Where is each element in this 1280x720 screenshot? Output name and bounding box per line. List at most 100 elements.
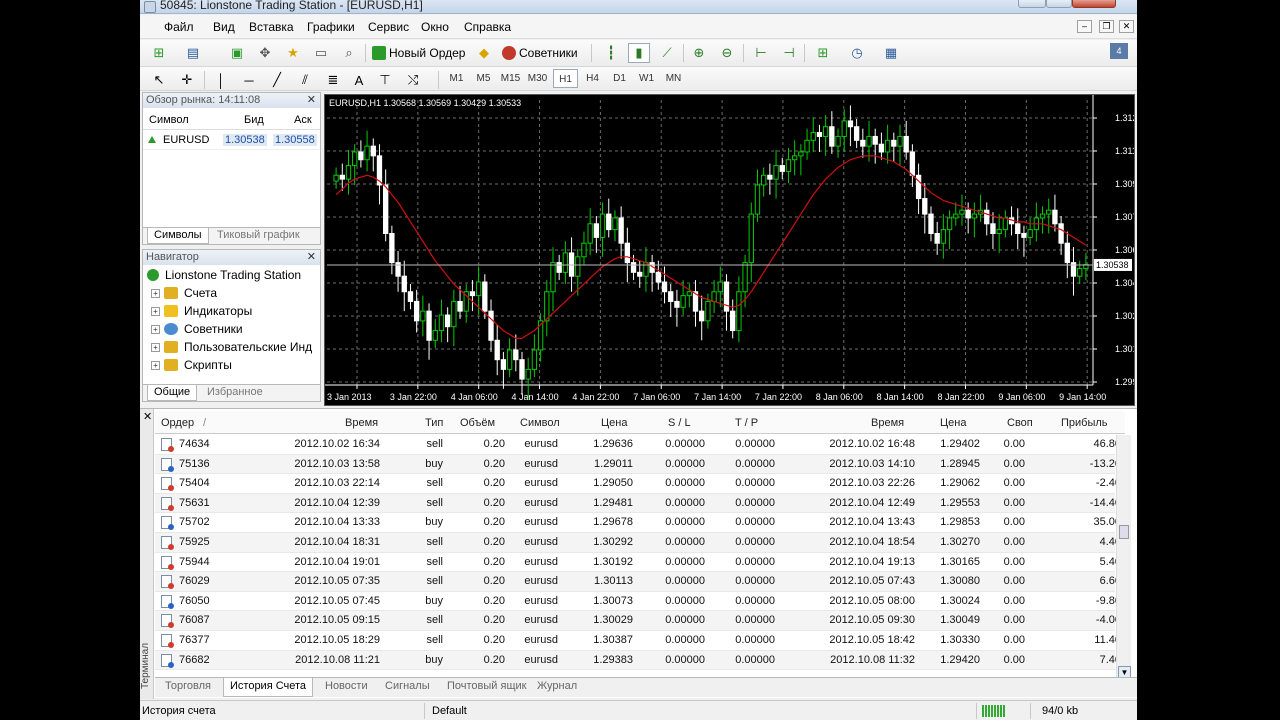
- crosshair-icon[interactable]: ✛: [176, 70, 198, 90]
- column-close-time[interactable]: Время: [871, 417, 904, 429]
- line-chart-icon[interactable]: ⟋: [656, 43, 678, 63]
- table-row[interactable]: 76682 2012.10.08 11:21 buy 0.20 eurusd 1.2938…: [155, 650, 1121, 671]
- zoom-in-icon[interactable]: ⊕: [688, 43, 710, 63]
- candlestick-icon[interactable]: ▮: [628, 43, 650, 63]
- expand-icon[interactable]: +: [151, 306, 160, 316]
- table-row[interactable]: 75404 2012.10.03 22:14 sell 0.20 eurusd 1.290…: [155, 474, 1121, 494]
- table-row[interactable]: 75702 2012.10.04 13:33 buy 0.20 eurusd 1.2967…: [155, 513, 1121, 533]
- navigator-root[interactable]: Lionstone Trading Station: [147, 268, 301, 282]
- tab-signals[interactable]: Сигналы: [379, 678, 436, 697]
- table-row[interactable]: 75631 2012.10.04 12:39 sell 0.20 eurusd 1.294…: [155, 493, 1121, 514]
- new-chart-icon[interactable]: ⊞: [148, 43, 170, 63]
- navigator-item-experts[interactable]: + Советники: [151, 322, 243, 336]
- zoom-out-icon[interactable]: ⊖: [716, 43, 738, 63]
- cursor-icon[interactable]: ↖: [148, 70, 170, 90]
- tester-icon[interactable]: ⌕: [338, 43, 360, 63]
- table-row[interactable]: 76050 2012.10.05 07:45 buy 0.20 eurusd 1.3007…: [155, 592, 1121, 612]
- column-open-time[interactable]: Время: [345, 417, 378, 429]
- text-label-icon[interactable]: ⊤: [374, 70, 396, 90]
- column-symbol[interactable]: Символ: [149, 114, 189, 126]
- close-button[interactable]: [1072, 0, 1116, 8]
- menu-window[interactable]: Окно: [421, 20, 449, 34]
- tab-mailbox[interactable]: Почтовый ящик: [441, 678, 532, 697]
- trendline-icon[interactable]: ╱: [266, 70, 288, 90]
- timeframe-d1[interactable]: D1: [607, 69, 632, 88]
- expand-icon[interactable]: +: [151, 342, 160, 352]
- tab-journal[interactable]: Журнал: [531, 678, 583, 697]
- tab-trade[interactable]: Торговля: [159, 678, 217, 697]
- arrows-icon[interactable]: ⤭: [402, 70, 424, 90]
- column-order[interactable]: Ордер: [161, 417, 194, 429]
- table-row[interactable]: 76377 2012.10.05 18:29 sell 0.20 eurusd 1.303…: [155, 631, 1121, 651]
- table-row[interactable]: 75944 2012.10.04 19:01 sell 0.20 eurusd 1.301…: [155, 553, 1121, 573]
- title-bar[interactable]: 50845: Lionstone Trading Station - [EURU…: [140, 0, 1137, 14]
- timeframe-h4[interactable]: H4: [580, 69, 605, 88]
- navigator-icon[interactable]: ★: [282, 43, 304, 63]
- new-order-button[interactable]: Новый Ордер: [372, 43, 465, 63]
- timeframe-w1[interactable]: W1: [634, 69, 659, 88]
- menu-help[interactable]: Справка: [464, 20, 511, 34]
- close-icon[interactable]: ✕: [307, 93, 316, 108]
- column-close-price[interactable]: Цена: [940, 417, 966, 429]
- data-window-icon[interactable]: ✥: [254, 43, 276, 63]
- column-symbol[interactable]: Символ: [520, 417, 560, 429]
- navigator-item-scripts[interactable]: + Скрипты: [151, 358, 232, 372]
- chart-close-button[interactable]: ✕: [1119, 20, 1134, 33]
- close-icon[interactable]: ✕: [143, 410, 152, 423]
- tab-common[interactable]: Общие: [147, 385, 198, 401]
- channel-icon[interactable]: ⫽: [294, 70, 316, 90]
- navigator-item-custom-indicators[interactable]: + Пользовательские Инд: [151, 340, 312, 354]
- market-watch-icon[interactable]: ▣: [226, 43, 248, 63]
- timeframe-m1[interactable]: M1: [444, 69, 469, 88]
- tab-account-history[interactable]: История Счета: [223, 678, 314, 697]
- periods-clock-icon[interactable]: ◷: [846, 43, 868, 63]
- indicators-icon[interactable]: ⊞: [812, 43, 834, 63]
- terminal-icon[interactable]: ▭: [310, 43, 332, 63]
- chart-canvas[interactable]: 1.31295 1.31125 1.30955 1.30785 1.30615 1.304…: [325, 95, 1134, 405]
- price-chart[interactable]: 1.31295 1.31125 1.30955 1.30785 1.30615 1.304…: [324, 94, 1135, 406]
- menu-insert[interactable]: Вставка: [249, 20, 294, 34]
- table-row[interactable]: 76087 2012.10.05 09:15 sell 0.20 eurusd 1.300…: [155, 611, 1121, 631]
- table-row[interactable]: 76029 2012.10.05 07:35 sell 0.20 eurusd 1.301…: [155, 572, 1121, 592]
- menu-charts[interactable]: Графики: [307, 20, 355, 34]
- menu-view[interactable]: Вид: [213, 20, 235, 34]
- tab-news[interactable]: Новости: [319, 678, 374, 697]
- minimize-button[interactable]: [1018, 0, 1046, 8]
- timeframe-m5[interactable]: M5: [471, 69, 496, 88]
- tab-tick-chart[interactable]: Тиковый график: [211, 228, 306, 244]
- expand-icon[interactable]: +: [151, 324, 160, 334]
- timeframe-mn[interactable]: MN: [661, 69, 686, 88]
- chart-shift-icon[interactable]: ⊣: [778, 43, 800, 63]
- timeframe-m15[interactable]: M15: [498, 69, 523, 88]
- table-row[interactable]: 75136 2012.10.03 13:58 buy 0.20 eurusd 1.2901…: [155, 454, 1121, 475]
- timeframe-m30[interactable]: M30: [525, 69, 550, 88]
- timeframe-h1[interactable]: H1: [553, 69, 578, 88]
- bar-chart-icon[interactable]: ┇: [600, 43, 622, 63]
- maximize-button[interactable]: [1046, 0, 1072, 8]
- table-row[interactable]: 75925 2012.10.04 18:31 sell 0.20 eurusd 1.302…: [155, 532, 1121, 553]
- column-type[interactable]: Тип: [425, 417, 443, 429]
- chart-minimize-button[interactable]: –: [1077, 20, 1092, 33]
- column-bid[interactable]: Бид: [244, 114, 264, 126]
- column-tp[interactable]: T / P: [735, 417, 758, 429]
- profiles-icon[interactable]: ▤: [182, 43, 204, 63]
- autoscroll-icon[interactable]: ⊢: [750, 43, 772, 63]
- column-sl[interactable]: S / L: [668, 417, 691, 429]
- column-volume[interactable]: Объём: [460, 417, 495, 429]
- market-watch-row[interactable]: EURUSD 1.30538 1.30558: [143, 130, 320, 150]
- chart-restore-button[interactable]: ❐: [1099, 20, 1114, 33]
- column-swap[interactable]: Своп: [1007, 417, 1033, 429]
- tab-symbols[interactable]: Символы: [147, 228, 209, 244]
- fibonacci-icon[interactable]: ≣: [322, 70, 344, 90]
- menu-tools[interactable]: Сервис: [368, 20, 409, 34]
- history-scrollbar[interactable]: ▼: [1116, 435, 1131, 680]
- navigator-item-accounts[interactable]: + Счета: [151, 286, 217, 300]
- expand-icon[interactable]: +: [151, 360, 160, 370]
- close-icon[interactable]: ✕: [307, 250, 316, 265]
- navigator-item-indicators[interactable]: + Индикаторы: [151, 304, 252, 318]
- scrollbar-thumb[interactable]: [1119, 525, 1129, 539]
- table-row[interactable]: 74634 2012.10.02 16:34 sell 0.20 eurusd 1.296…: [155, 435, 1121, 455]
- expand-icon[interactable]: +: [151, 288, 160, 298]
- column-open-price[interactable]: Цена: [601, 417, 627, 429]
- column-ask[interactable]: Аск: [294, 114, 312, 126]
